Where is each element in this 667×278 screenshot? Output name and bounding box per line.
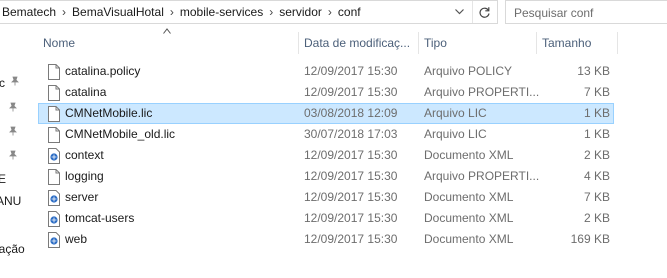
file-size: 2 KB xyxy=(583,211,610,225)
file-icon xyxy=(48,169,60,185)
file-date: 03/08/2018 12:09 xyxy=(304,106,398,120)
file-size: 4 KB xyxy=(583,169,610,183)
refresh-button[interactable] xyxy=(472,1,496,23)
file-date: 12/09/2017 15:30 xyxy=(304,232,398,246)
file-icon xyxy=(48,106,60,122)
breadcrumb-item-servidor[interactable]: servidor xyxy=(277,5,324,19)
address-bar[interactable]: Bematech › BemaVisualHotal › mobile-serv… xyxy=(0,0,498,24)
refresh-icon xyxy=(479,6,490,18)
breadcrumb-item-bemavisualhotal[interactable]: BemaVisualHotal xyxy=(70,5,166,19)
file-row-selected[interactable]: CMNetMobile.lic 03/08/2018 12:09 Arquivo… xyxy=(38,103,614,124)
file-size: 13 KB xyxy=(577,64,610,78)
breadcrumb-item-mobile-services[interactable]: mobile-services xyxy=(178,5,265,19)
breadcrumb-separator-icon[interactable]: › xyxy=(265,5,277,19)
breadcrumb-separator-icon[interactable]: › xyxy=(324,5,336,19)
address-history-dropdown[interactable] xyxy=(448,1,470,23)
chevron-down-icon xyxy=(454,9,464,15)
breadcrumb-item-conf[interactable]: conf xyxy=(336,5,363,19)
file-date: 12/09/2017 15:30 xyxy=(304,148,398,162)
file-row[interactable]: catalina 12/09/2017 15:30 Arquivo PROPER… xyxy=(38,82,614,103)
file-row[interactable]: context 12/09/2017 15:30 Documento XML 2… xyxy=(38,145,614,166)
file-type: Documento XML xyxy=(424,211,514,225)
file-size: 1 KB xyxy=(583,106,610,120)
file-row[interactable]: web 12/09/2017 15:30 Documento XML 169 K… xyxy=(38,229,614,250)
file-type: Documento XML xyxy=(424,148,514,162)
nav-item-fragment[interactable]: ANU xyxy=(0,194,21,208)
file-icon xyxy=(48,85,60,101)
file-type: Arquivo LIC xyxy=(424,127,487,141)
file-name: CMNetMobile_old.lic xyxy=(65,127,176,141)
file-date: 12/09/2017 15:30 xyxy=(304,169,398,183)
nav-item-fragment[interactable]: nação xyxy=(0,242,25,256)
file-type: Arquivo POLICY xyxy=(424,64,513,78)
file-size: 2 KB xyxy=(583,148,610,162)
file-row[interactable]: catalina.policy 12/09/2017 15:30 Arquivo… xyxy=(38,61,614,82)
nav-item-fragment[interactable]: c xyxy=(0,76,5,90)
file-name: web xyxy=(65,232,88,246)
xml-file-icon xyxy=(48,232,60,248)
column-header-size[interactable]: Tamanho xyxy=(537,30,617,56)
pin-icon xyxy=(11,76,19,86)
file-date: 12/09/2017 15:30 xyxy=(304,190,398,204)
file-row[interactable]: CMNetMobile_old.lic 30/07/2018 17:03 Arq… xyxy=(38,124,614,145)
file-name: server xyxy=(65,190,99,204)
file-name: CMNetMobile.lic xyxy=(65,106,153,120)
file-name: tomcat-users xyxy=(65,211,135,225)
file-date: 12/09/2017 15:30 xyxy=(304,64,398,78)
column-headers: Nome Data de modificaç... Tipo Tamanho xyxy=(38,30,618,56)
file-type: Arquivo PROPERTI... xyxy=(424,169,540,183)
file-name: catalina xyxy=(65,85,107,99)
column-header-type[interactable]: Tipo xyxy=(419,30,536,56)
file-type: Documento XML xyxy=(424,232,514,246)
xml-file-icon xyxy=(48,148,60,164)
pin-icon xyxy=(9,150,17,160)
breadcrumb-separator-icon[interactable]: › xyxy=(58,5,70,19)
file-date: 12/09/2017 15:30 xyxy=(304,211,398,225)
file-date: 12/09/2017 15:30 xyxy=(304,85,398,99)
file-name: logging xyxy=(65,169,104,183)
file-type: Arquivo LIC xyxy=(424,106,487,120)
column-header-date[interactable]: Data de modificaç... xyxy=(299,30,417,56)
file-size: 7 KB xyxy=(583,85,610,99)
pin-icon xyxy=(9,102,17,112)
pin-icon xyxy=(9,126,17,136)
file-name: context xyxy=(65,148,104,162)
file-date: 30/07/2018 17:03 xyxy=(304,127,398,141)
file-size: 169 KB xyxy=(570,232,610,246)
breadcrumb: Bematech › BemaVisualHotal › mobile-serv… xyxy=(0,1,363,23)
file-list: catalina.policy 12/09/2017 15:30 Arquivo… xyxy=(38,61,614,250)
xml-file-icon xyxy=(48,211,60,227)
file-name: catalina.policy xyxy=(65,64,141,78)
navigation-pane[interactable]: c E ANU nação xyxy=(0,24,30,278)
nav-item-fragment[interactable]: E xyxy=(0,172,6,186)
file-icon xyxy=(48,127,60,143)
file-row[interactable]: logging 12/09/2017 15:30 Arquivo PROPERT… xyxy=(38,166,614,187)
file-row[interactable]: server 12/09/2017 15:30 Documento XML 7 … xyxy=(38,187,614,208)
breadcrumb-separator-icon[interactable]: › xyxy=(166,5,178,19)
xml-file-icon xyxy=(48,190,60,206)
search-input[interactable] xyxy=(514,6,659,20)
file-type: Arquivo PROPERTI... xyxy=(424,85,540,99)
file-type: Documento XML xyxy=(424,190,514,204)
column-divider[interactable] xyxy=(617,32,618,54)
file-size: 1 KB xyxy=(583,127,610,141)
breadcrumb-item-bematech[interactable]: Bematech xyxy=(0,5,58,19)
search-box[interactable] xyxy=(505,0,667,24)
file-icon xyxy=(48,64,60,80)
sort-ascending-icon xyxy=(163,28,171,34)
file-row[interactable]: tomcat-users 12/09/2017 15:30 Documento … xyxy=(38,208,614,229)
file-size: 7 KB xyxy=(583,190,610,204)
